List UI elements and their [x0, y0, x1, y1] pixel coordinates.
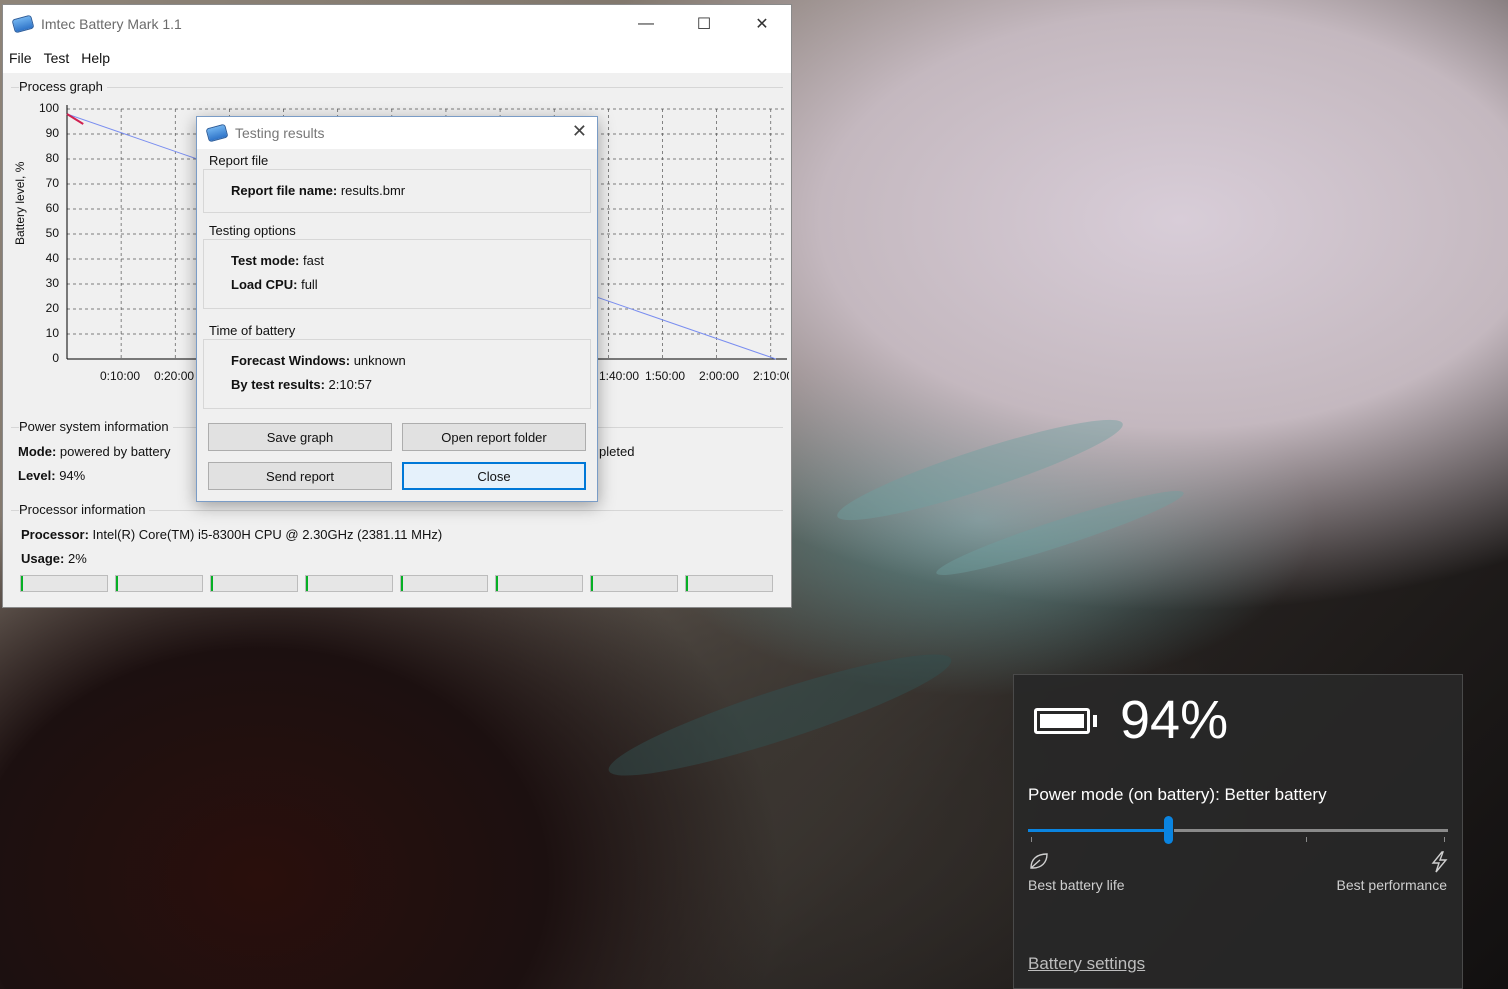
- y-tick-label: 40: [45, 251, 59, 265]
- wallpaper-detail: [601, 635, 959, 795]
- power-mode-value: powered by battery: [59, 444, 171, 459]
- x-tick-label: 1:50:00: [645, 369, 686, 383]
- power-slider-track[interactable]: [1174, 829, 1448, 832]
- x-tick-label: 1:40:00: [599, 369, 640, 383]
- battery-icon-tip: [1093, 715, 1097, 727]
- y-tick-label: 90: [45, 126, 59, 140]
- cpu-core-bar: [685, 575, 773, 592]
- cpu-core-bar: [400, 575, 488, 592]
- slider-tick: [1444, 837, 1445, 842]
- battery-icon: [1034, 708, 1090, 734]
- leaf-icon: [1030, 853, 1048, 869]
- cpu-core-bar: [20, 575, 108, 592]
- power-mode-text: Power mode (on battery): Better battery: [1028, 785, 1327, 804]
- dialog-app-icon: [205, 123, 229, 143]
- wallpaper-detail: [932, 480, 1188, 586]
- load-cpu-value: full: [301, 277, 318, 292]
- usage-line: Usage: 2%: [21, 551, 87, 566]
- test-mode-label: Test mode:: [231, 253, 300, 268]
- power-slider-track-filled[interactable]: [1028, 829, 1170, 832]
- forecast-value: unknown: [353, 353, 406, 368]
- power-mode-line: Mode: powered by battery: [18, 444, 170, 459]
- report-name-value: results.bmr: [340, 183, 406, 198]
- slider-tick: [1031, 837, 1032, 842]
- power-mode-label: Mode:: [18, 444, 57, 459]
- battery-settings-link[interactable]: Battery settings: [1028, 954, 1145, 974]
- open-report-folder-button[interactable]: Open report folder: [402, 423, 586, 451]
- cpu-core-bar: [305, 575, 393, 592]
- y-tick-label: 20: [45, 301, 59, 315]
- best-performance-label: Best performance: [1336, 877, 1448, 893]
- usage-label: Usage:: [21, 551, 65, 566]
- y-tick-label: 10: [45, 326, 59, 340]
- y-tick-label: 80: [45, 151, 59, 165]
- battery-flyout: 94% Power mode (on battery): Better batt…: [1013, 674, 1463, 989]
- dialog-titlebar[interactable]: Testing results ✕: [197, 117, 597, 149]
- x-tick-label: 0:20:00: [154, 369, 195, 383]
- time-of-battery-frame: [203, 339, 591, 409]
- forecast-label: Forecast Windows:: [231, 353, 351, 368]
- y-tick-label: 0: [52, 351, 59, 365]
- cpu-core-bar: [210, 575, 298, 592]
- test-mode-line: Test mode: fast: [231, 253, 324, 268]
- y-axis-label: Battery level, %: [13, 161, 27, 245]
- usage-value: 2%: [67, 551, 87, 566]
- processor-label: Processor:: [21, 527, 89, 542]
- test-mode-value: fast: [303, 253, 324, 268]
- test-status-text: pleted: [599, 444, 635, 459]
- power-system-label: Power system information: [19, 419, 173, 434]
- by-test-value: 2:10:57: [328, 377, 372, 392]
- x-tick-label: 2:10:00: [753, 369, 789, 383]
- save-graph-button[interactable]: Save graph: [208, 423, 392, 451]
- cpu-core-bar: [115, 575, 203, 592]
- processor-line: Processor: Intel(R) Core(TM) i5-8300H CP…: [21, 527, 442, 542]
- slider-tick: [1306, 837, 1307, 842]
- by-test-label: By test results:: [231, 377, 325, 392]
- battery-level-line: Level: 94%: [18, 468, 85, 483]
- battery-level-value: 94%: [59, 468, 86, 483]
- report-file-line: Report file name: results.bmr: [231, 183, 405, 198]
- report-name-label: Report file name:: [231, 183, 338, 198]
- dialog-close-icon[interactable]: ✕: [572, 121, 587, 142]
- x-tick-label: 2:00:00: [699, 369, 740, 383]
- processor-value: Intel(R) Core(TM) i5-8300H CPU @ 2.30GHz…: [92, 527, 443, 542]
- time-of-battery-group-label: Time of battery: [207, 323, 298, 338]
- lightning-icon: [1431, 851, 1448, 873]
- y-tick-label: 50: [45, 226, 59, 240]
- processor-group-label: Processor information: [19, 502, 150, 517]
- y-tick-label: 60: [45, 201, 59, 215]
- x-tick-label: 0:10:00: [100, 369, 141, 383]
- cpu-core-bar: [590, 575, 678, 592]
- report-file-group-label: Report file: [207, 153, 271, 168]
- power-slider-thumb[interactable]: [1164, 816, 1173, 844]
- y-tick-label: 100: [38, 101, 59, 115]
- dialog-title: Testing results: [235, 125, 325, 141]
- forecast-line-text: Forecast Windows: unknown: [231, 353, 406, 368]
- y-tick-label: 30: [45, 276, 59, 290]
- load-cpu-line: Load CPU: full: [231, 277, 318, 292]
- close-button[interactable]: Close: [402, 462, 586, 490]
- cpu-core-bar: [495, 575, 583, 592]
- best-battery-life-label: Best battery life: [1028, 877, 1125, 893]
- testing-options-group-label: Testing options: [207, 223, 298, 238]
- load-cpu-label: Load CPU:: [231, 277, 298, 292]
- by-test-line: By test results: 2:10:57: [231, 377, 372, 392]
- testing-results-dialog: Testing results ✕ Report file Report fil…: [196, 116, 598, 502]
- y-tick-label: 70: [45, 176, 59, 190]
- testing-options-frame: [203, 239, 591, 309]
- battery-percent: 94%: [1120, 690, 1229, 750]
- battery-level-label: Level:: [18, 468, 56, 483]
- send-report-button[interactable]: Send report: [208, 462, 392, 490]
